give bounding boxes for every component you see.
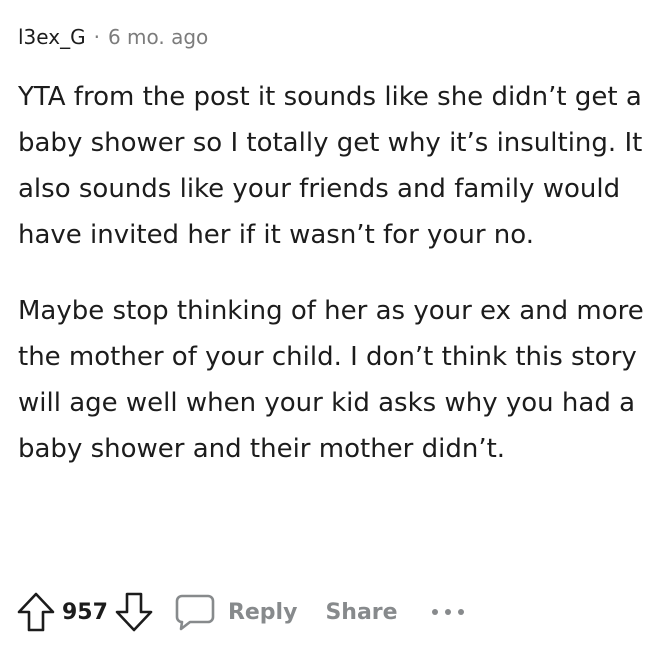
share-label: Share: [325, 599, 398, 625]
reply-label: Reply: [227, 599, 298, 625]
comment-body: YTA from the post it sounds like she did…: [18, 74, 663, 472]
upvote-button[interactable]: [14, 590, 58, 634]
upvote-arrow-icon: [17, 592, 55, 632]
downvote-arrow-icon: [115, 592, 153, 632]
reply-button[interactable]: Reply: [174, 592, 298, 632]
more-options-button[interactable]: [430, 606, 466, 618]
ellipsis-icon: [431, 609, 464, 615]
comment-timestamp[interactable]: 6 mo. ago: [108, 25, 208, 49]
comment: l3ex_G · 6 mo. ago YTA from the post it …: [18, 18, 663, 502]
speech-bubble-icon: [174, 592, 216, 632]
comment-author[interactable]: l3ex_G: [18, 25, 86, 49]
comment-paragraph-2: Maybe stop thinking of her as your ex an…: [18, 296, 644, 464]
comment-meta: l3ex_G · 6 mo. ago: [18, 18, 663, 56]
comment-actions: 957 Reply Share: [14, 588, 466, 636]
comment-paragraph-1: YTA from the post it sounds like she did…: [18, 82, 643, 250]
vote-score: 957: [62, 599, 108, 625]
share-button[interactable]: Share: [325, 600, 397, 625]
meta-separator: ·: [93, 25, 100, 49]
downvote-button[interactable]: [112, 590, 156, 634]
